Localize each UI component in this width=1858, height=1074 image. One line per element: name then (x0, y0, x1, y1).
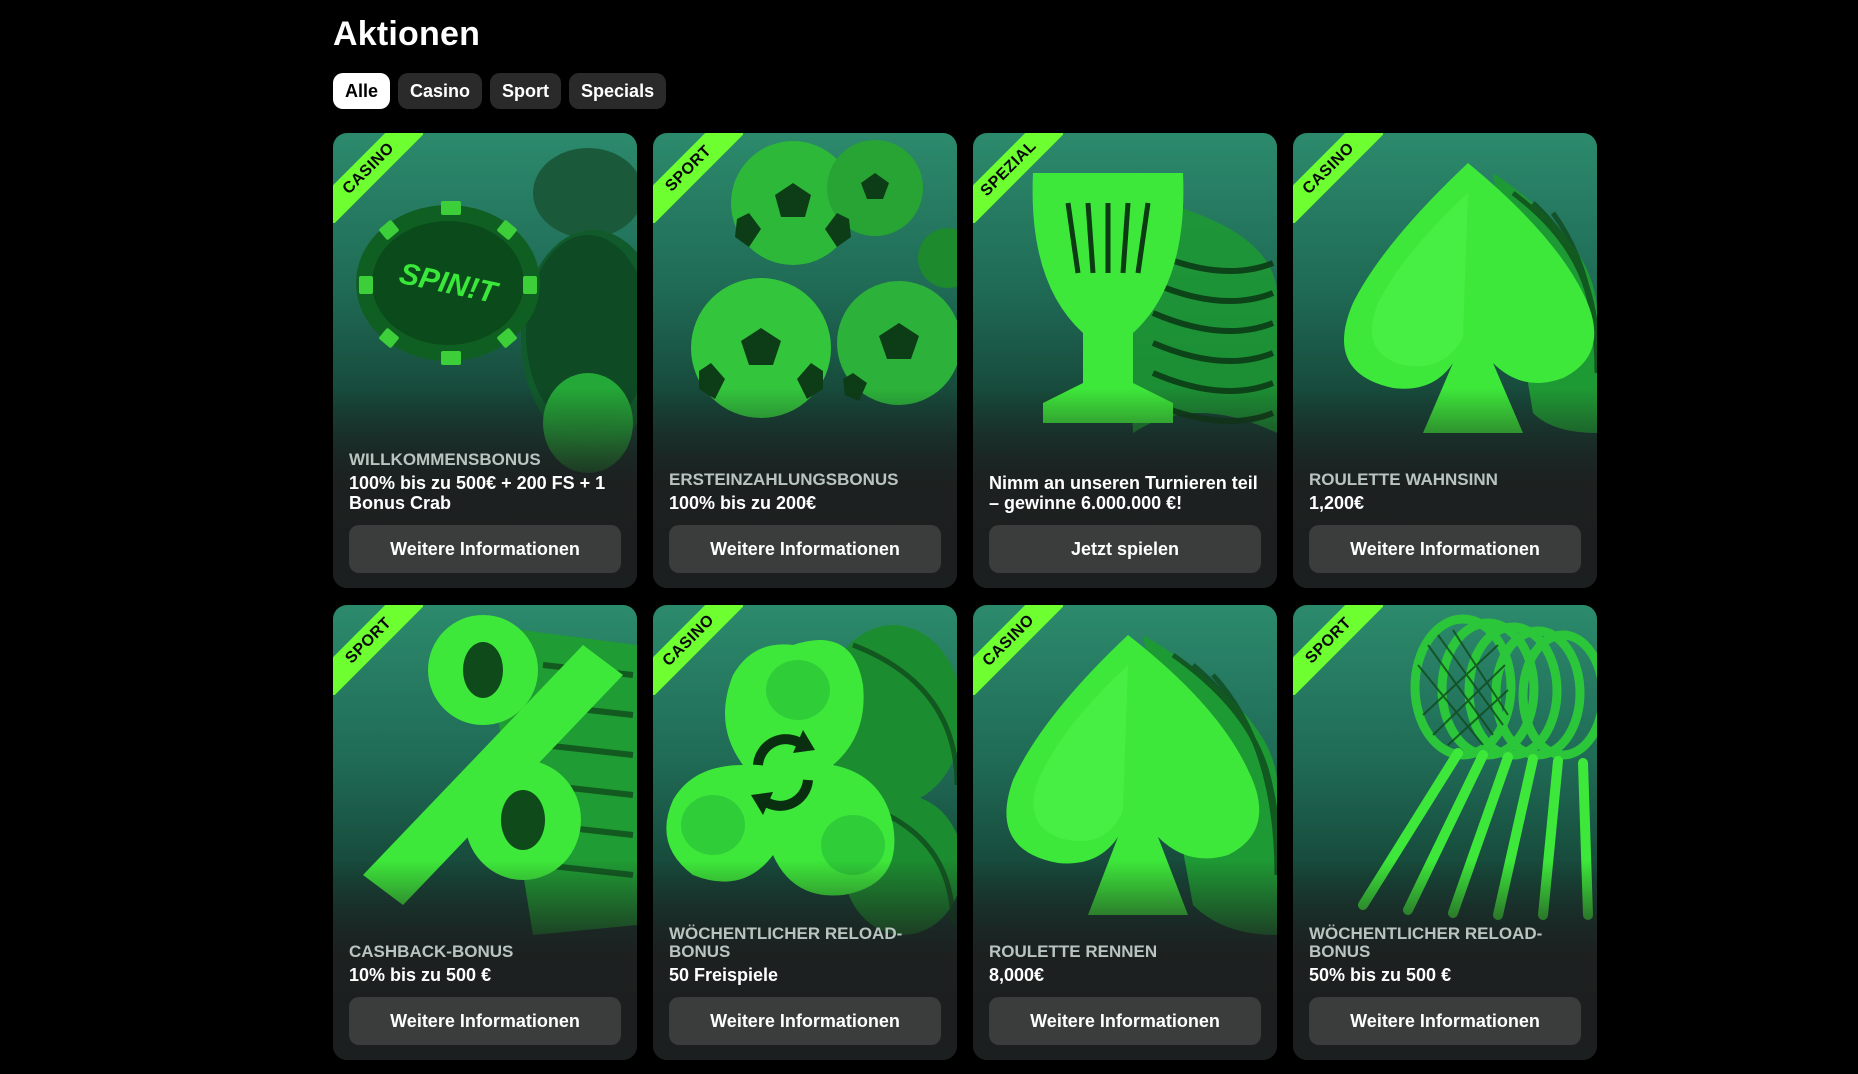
ribbon-label: SPORT (333, 605, 423, 695)
card-text: ERSTEINZAHLUNGSBONUS 100% bis zu 200€ (669, 470, 941, 514)
promo-card[interactable]: CASINO WÖCHENTLICHER RELOAD-BONUS 50 Fre… (653, 605, 957, 1060)
more-info-button[interactable]: Weitere Informationen (669, 525, 941, 573)
promo-card[interactable]: SPORT CASHBACK-BONUS 10% bis zu 500 € We… (333, 605, 637, 1060)
promo-card[interactable]: CASINO ROULETTE RENNEN 8,000€ Weitere In… (973, 605, 1277, 1060)
filter-sport[interactable]: Sport (490, 73, 562, 109)
promo-value: 100% bis zu 500€ + 200 FS + 1 Bonus Crab (349, 473, 606, 513)
more-info-button[interactable]: Weitere Informationen (349, 525, 621, 573)
filter-specials[interactable]: Specials (569, 73, 667, 109)
promo-card[interactable]: SPORT WÖCHENTLICHER RELOAD-BONUS 50% bis… (1293, 605, 1597, 1060)
promo-card[interactable]: SPEZIAL Nimm an unseren Turnieren teil –… (973, 133, 1277, 588)
promotions-grid: SPIN!T CASINO WILLKOMMENSBONUS 100% bis … (333, 133, 1598, 1060)
ribbon-label: CASINO (1293, 133, 1383, 223)
more-info-button[interactable]: Weitere Informationen (349, 997, 621, 1045)
play-now-button[interactable]: Jetzt spielen (989, 525, 1261, 573)
promo-value: 8,000€ (989, 965, 1045, 985)
card-text: CASHBACK-BONUS 10% bis zu 500 € (349, 942, 621, 986)
ribbon-label: CASINO (333, 133, 423, 223)
promo-card[interactable]: SPORT ERSTEINZAHLUNGSBONUS 100% bis zu 2… (653, 133, 957, 588)
card-text: WÖCHENTLICHER RELOAD-BONUS 50 Freispiele (669, 924, 941, 986)
category-ribbon: SPORT (653, 133, 743, 223)
card-text: WILLKOMMENSBONUS 100% bis zu 500€ + 200 … (349, 450, 621, 514)
card-text: ROULETTE WAHNSINN 1,200€ (1309, 470, 1581, 514)
promo-value: 50 Freispiele (669, 965, 779, 985)
promo-value: Nimm an unseren Turnieren teil – gewinne… (989, 473, 1258, 513)
ribbon-label: CASINO (653, 605, 743, 695)
promo-label: ROULETTE RENNEN (989, 942, 1158, 961)
category-ribbon: CASINO (333, 133, 423, 223)
page-title: Aktionen (333, 15, 481, 53)
more-info-button[interactable]: Weitere Informationen (1309, 997, 1581, 1045)
ribbon-label: SPEZIAL (973, 133, 1063, 223)
promo-label: ROULETTE WAHNSINN (1309, 470, 1498, 489)
category-ribbon: CASINO (653, 605, 743, 695)
main-content: Aktionen Alle Casino Sport Specials SPIN… (333, 0, 1598, 1060)
filter-bar: Alle Casino Sport Specials (333, 73, 1598, 109)
card-text: Nimm an unseren Turnieren teil – gewinne… (989, 469, 1261, 513)
promo-value: 100% bis zu 200€ (669, 493, 817, 513)
ribbon-label: SPORT (653, 133, 743, 223)
more-info-button[interactable]: Weitere Informationen (989, 997, 1261, 1045)
promo-label: WILLKOMMENSBONUS (349, 450, 541, 469)
promo-card[interactable]: SPIN!T CASINO WILLKOMMENSBONUS 100% bis … (333, 133, 637, 588)
filter-all[interactable]: Alle (333, 73, 391, 109)
ribbon-label: SPORT (1293, 605, 1383, 695)
promo-label: WÖCHENTLICHER RELOAD-BONUS (669, 924, 903, 961)
card-text: ROULETTE RENNEN 8,000€ (989, 942, 1261, 986)
ribbon-label: CASINO (973, 605, 1063, 695)
more-info-button[interactable]: Weitere Informationen (1309, 525, 1581, 573)
promo-value: 1,200€ (1309, 493, 1365, 513)
filter-casino[interactable]: Casino (398, 73, 483, 109)
category-ribbon: SPORT (1293, 605, 1383, 695)
promotions-page: Aktionen Alle Casino Sport Specials SPIN… (0, 0, 1858, 1074)
promo-label: CASHBACK-BONUS (349, 942, 514, 961)
category-ribbon: CASINO (1293, 133, 1383, 223)
promo-value: 10% bis zu 500 € (349, 965, 492, 985)
category-ribbon: CASINO (973, 605, 1063, 695)
promo-label: WÖCHENTLICHER RELOAD-BONUS (1309, 924, 1543, 961)
promo-value: 50% bis zu 500 € (1309, 965, 1452, 985)
promo-card[interactable]: CASINO ROULETTE WAHNSINN 1,200€ Weitere … (1293, 133, 1597, 588)
promo-label: ERSTEINZAHLUNGSBONUS (669, 470, 899, 489)
more-info-button[interactable]: Weitere Informationen (669, 997, 941, 1045)
category-ribbon: SPEZIAL (973, 133, 1063, 223)
category-ribbon: SPORT (333, 605, 423, 695)
card-text: WÖCHENTLICHER RELOAD-BONUS 50% bis zu 50… (1309, 924, 1581, 986)
